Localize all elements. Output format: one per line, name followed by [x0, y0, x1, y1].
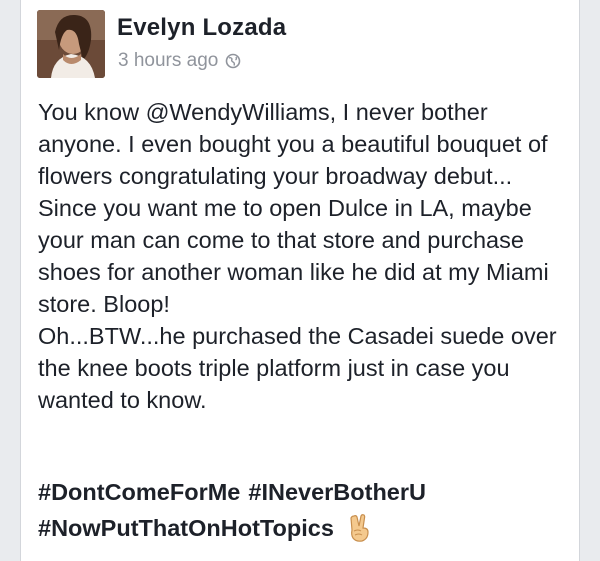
post-timestamp[interactable]: 3 hours ago [118, 50, 218, 72]
hashtag-i-never-bother-u[interactable]: #INeverBotherU [248, 474, 426, 510]
post-body: You know @WendyWilliams, I never bother … [38, 96, 573, 416]
avatar[interactable] [37, 10, 105, 78]
post-meta: 3 hours ago [118, 50, 241, 72]
hashtag-line-1: #DontComeForMe #INeverBotherU [38, 474, 573, 510]
hashtag-block: #DontComeForMe #INeverBotherU #NowPutTha… [38, 474, 573, 546]
author-name[interactable]: Evelyn Lozada [117, 14, 286, 42]
post-paragraph-2: Since you want me to open Dulce in LA, m… [38, 195, 549, 317]
hashtag-line-2: #NowPutThatOnHotTopics [38, 510, 573, 546]
hashtag-dont-come-for-me[interactable]: #DontComeForMe [38, 474, 240, 510]
globe-icon [225, 53, 241, 69]
post-paragraph-1: You know @WendyWilliams, I never bother … [38, 99, 548, 189]
post-header: Evelyn Lozada 3 hours ago [37, 10, 557, 82]
post-card: Evelyn Lozada 3 hours ago You know @Wend… [20, 0, 580, 561]
hashtag-now-put-that-on-hot-topics[interactable]: #NowPutThatOnHotTopics [38, 510, 334, 546]
post-paragraph-3: Oh...BTW...he purchased the Casadei sued… [38, 323, 557, 413]
victory-hand-icon [346, 513, 374, 543]
